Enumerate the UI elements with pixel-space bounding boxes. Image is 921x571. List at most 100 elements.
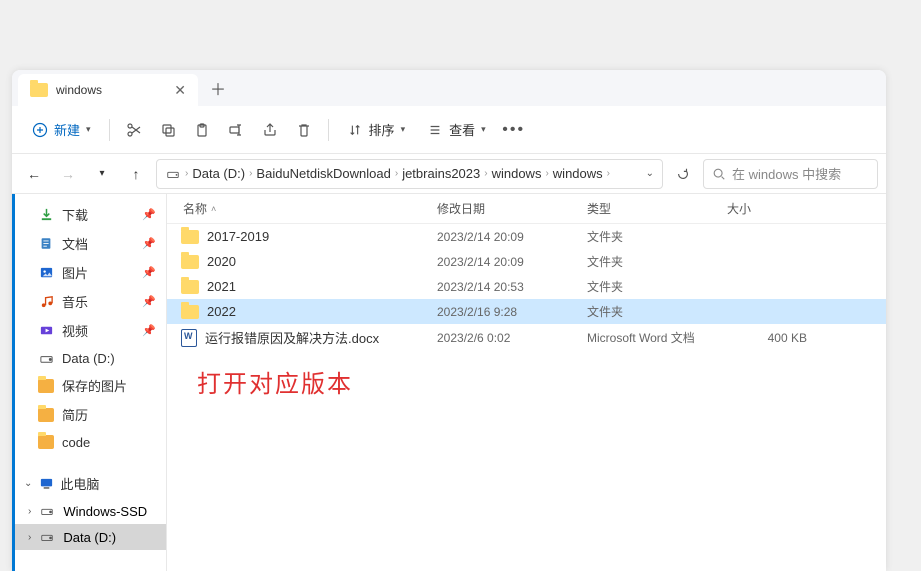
folder-icon bbox=[38, 378, 54, 394]
chevron-down-icon: ⌄ bbox=[24, 478, 32, 489]
tab-bar: windows ✕ ＋ bbox=[12, 70, 886, 106]
drive-icon bbox=[38, 350, 54, 366]
sidebar-item-label: 文档 bbox=[62, 234, 88, 253]
more-button[interactable]: ••• bbox=[498, 114, 530, 146]
sidebar-item-label: 图片 bbox=[62, 263, 88, 282]
sidebar-item-label: 下载 bbox=[62, 205, 88, 224]
search-box[interactable]: 在 windows 中搜索 bbox=[703, 159, 878, 189]
this-pc-item[interactable]: ⌄ 此电脑 bbox=[12, 469, 166, 498]
up-button[interactable]: ↑ bbox=[122, 160, 150, 188]
video-icon bbox=[38, 323, 54, 339]
column-date[interactable]: 修改日期 bbox=[437, 200, 587, 217]
file-name: 2017-2019 bbox=[207, 229, 269, 244]
cut-button[interactable] bbox=[118, 114, 150, 146]
rename-icon bbox=[228, 122, 244, 138]
breadcrumb[interactable]: › Data (D:) › BaiduNetdiskDownload › jet… bbox=[156, 159, 663, 189]
copy-button[interactable] bbox=[152, 114, 184, 146]
music-icon bbox=[38, 294, 54, 310]
sidebar-quick-item[interactable]: 音乐 📌 bbox=[12, 287, 166, 316]
chevron-down-icon[interactable]: ⌄ bbox=[646, 168, 654, 179]
new-tab-button[interactable]: ＋ bbox=[204, 74, 232, 102]
sidebar-quick-item[interactable]: 视频📌 bbox=[12, 316, 166, 345]
pin-icon: 📌 bbox=[142, 266, 156, 279]
file-name: 运行报错原因及解决方法.docx bbox=[205, 328, 379, 347]
recent-button[interactable]: ▾ bbox=[88, 160, 116, 188]
copy-icon bbox=[160, 122, 176, 138]
paste-button[interactable] bbox=[186, 114, 218, 146]
column-size[interactable]: 大小 bbox=[727, 200, 807, 217]
pin-icon: 📌 bbox=[142, 208, 156, 221]
sort-icon bbox=[347, 122, 363, 138]
explorer-window: windows ✕ ＋ 新建 ▾ 排序 ▾ 查看 ▾ ••• bbox=[12, 70, 886, 571]
annotation-text: 打开对应版本 bbox=[197, 364, 353, 399]
column-type[interactable]: 类型 bbox=[587, 200, 727, 217]
file-date: 2023/2/14 20:53 bbox=[437, 280, 587, 294]
view-button[interactable]: 查看 ▾ bbox=[417, 114, 496, 145]
sidebar-quick-item[interactable]: 简历 bbox=[12, 400, 166, 429]
folder-row[interactable]: 20222023/2/16 9:28文件夹 bbox=[167, 299, 886, 324]
paste-icon bbox=[194, 122, 210, 138]
chevron-right-icon: › bbox=[249, 168, 252, 179]
breadcrumb-item[interactable]: windows bbox=[492, 166, 542, 181]
address-bar-row: ← → ▾ ↑ › Data (D:) › BaiduNetdiskDownlo… bbox=[12, 154, 886, 194]
document-icon bbox=[38, 236, 54, 252]
folder-row[interactable]: 20202023/2/14 20:09文件夹 bbox=[167, 249, 886, 274]
sidebar-quick-item[interactable]: Data (D:) bbox=[12, 345, 166, 371]
breadcrumb-item[interactable]: Data (D:) bbox=[192, 166, 245, 181]
drive-item[interactable]: › Data (D:) bbox=[12, 524, 166, 550]
picture-icon bbox=[38, 265, 54, 281]
chevron-right-icon: › bbox=[395, 168, 398, 179]
file-name: 2022 bbox=[207, 304, 236, 319]
tab-current[interactable]: windows ✕ bbox=[18, 74, 198, 106]
forward-button[interactable]: → bbox=[54, 160, 82, 188]
body: 下载📌文档📌图片📌音乐📌视频📌Data (D:)保存的图片简历code ⌄ 此电… bbox=[12, 194, 886, 571]
delete-button[interactable] bbox=[288, 114, 320, 146]
this-pc-group: ⌄ 此电脑 › Windows-SSD › Data (D:) bbox=[12, 469, 166, 550]
ellipsis-icon: ••• bbox=[502, 121, 525, 139]
sidebar-item-label: 简历 bbox=[62, 405, 88, 424]
drive-item[interactable]: › Windows-SSD bbox=[12, 498, 166, 524]
sidebar-quick-item[interactable]: code bbox=[12, 429, 166, 455]
sidebar-quick-item[interactable]: 图片 📌 bbox=[12, 258, 166, 287]
chevron-down-icon: ▾ bbox=[401, 124, 406, 135]
download-icon bbox=[38, 207, 54, 223]
folder-icon bbox=[181, 280, 199, 294]
folder-row[interactable]: 20212023/2/14 20:53文件夹 bbox=[167, 274, 886, 299]
sidebar-item-label: 音乐 bbox=[62, 292, 88, 311]
file-date: 2023/2/14 20:09 bbox=[437, 230, 587, 244]
breadcrumb-item[interactable]: windows bbox=[553, 166, 603, 181]
sort-button[interactable]: 排序 ▾ bbox=[337, 114, 416, 145]
folder-row[interactable]: 2017-20192023/2/14 20:09文件夹 bbox=[167, 224, 886, 249]
pin-icon: 📌 bbox=[142, 295, 156, 308]
drive-icon bbox=[39, 503, 55, 519]
drive-label: Windows-SSD bbox=[63, 504, 147, 519]
share-button[interactable] bbox=[254, 114, 286, 146]
pin-icon: 📌 bbox=[142, 324, 156, 337]
drive-icon bbox=[39, 529, 55, 545]
rename-button[interactable] bbox=[220, 114, 252, 146]
navigation-pane[interactable]: 下载📌文档📌图片📌音乐📌视频📌Data (D:)保存的图片简历code ⌄ 此电… bbox=[12, 194, 167, 571]
sidebar-quick-item[interactable]: 文档📌 bbox=[12, 229, 166, 258]
divider bbox=[328, 119, 329, 141]
plus-icon bbox=[32, 122, 48, 138]
tab-close-button[interactable]: ✕ bbox=[174, 82, 186, 99]
back-button[interactable]: ← bbox=[20, 160, 48, 188]
search-placeholder: 在 windows 中搜索 bbox=[732, 164, 841, 183]
breadcrumb-item[interactable]: BaiduNetdiskDownload bbox=[256, 166, 390, 181]
this-pc-label: 此电脑 bbox=[60, 474, 99, 493]
breadcrumb-item[interactable]: jetbrains2023 bbox=[402, 166, 480, 181]
file-row[interactable]: 运行报错原因及解决方法.docx2023/2/6 0:02Microsoft W… bbox=[167, 324, 886, 351]
sidebar-item-label: 保存的图片 bbox=[62, 376, 127, 395]
refresh-button[interactable] bbox=[669, 160, 697, 188]
sort-indicator-icon: ˄ bbox=[211, 204, 216, 214]
drive-icon bbox=[165, 166, 181, 182]
column-name[interactable]: 名称˄ bbox=[177, 200, 437, 217]
sort-label: 排序 bbox=[369, 120, 395, 139]
sidebar-quick-item[interactable]: 保存的图片 bbox=[12, 371, 166, 400]
sidebar-quick-item[interactable]: 下载 📌 bbox=[12, 200, 166, 229]
file-date: 2023/2/6 0:02 bbox=[437, 331, 587, 345]
new-button[interactable]: 新建 ▾ bbox=[22, 114, 101, 145]
folder-icon bbox=[38, 407, 54, 423]
column-headers: 名称˄ 修改日期 类型 大小 bbox=[167, 194, 886, 224]
chevron-right-icon: › bbox=[28, 506, 31, 517]
